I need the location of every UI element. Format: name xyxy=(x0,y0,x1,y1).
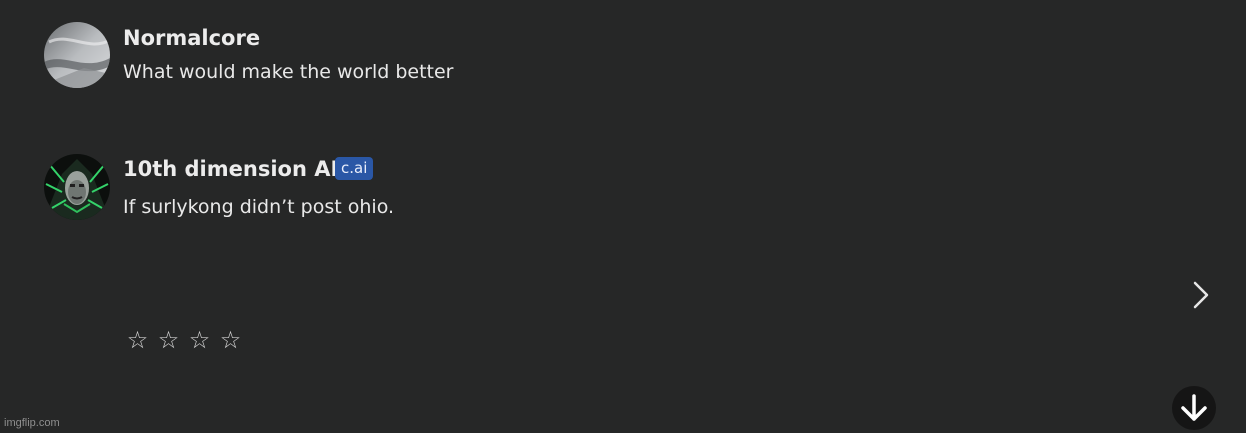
user-avatar-icon[interactable] xyxy=(44,22,110,88)
watermark: imgflip.com xyxy=(4,417,60,429)
ai-badge: c.ai xyxy=(335,157,374,180)
star-1[interactable]: ☆ xyxy=(125,326,150,354)
star-rating: ☆ ☆ ☆ ☆ xyxy=(125,326,243,354)
ai-character-avatar-icon[interactable] xyxy=(44,154,110,220)
star-4[interactable]: ☆ xyxy=(218,326,243,354)
message-text: If surlykong didn’t post ohio. xyxy=(123,196,395,218)
chevron-right-icon[interactable] xyxy=(1186,278,1216,312)
star-3[interactable]: ☆ xyxy=(187,326,212,354)
scroll-down-button[interactable] xyxy=(1172,386,1216,430)
message-author-name: 10th dimension AI xyxy=(123,157,339,181)
arrow-down-icon xyxy=(1181,394,1207,421)
message-text: What would make the world better xyxy=(123,61,454,83)
star-2[interactable]: ☆ xyxy=(156,326,181,354)
message-author-name: Normalcore xyxy=(123,26,261,50)
chat-page: Normalcore What would make the world bet… xyxy=(0,0,1246,433)
